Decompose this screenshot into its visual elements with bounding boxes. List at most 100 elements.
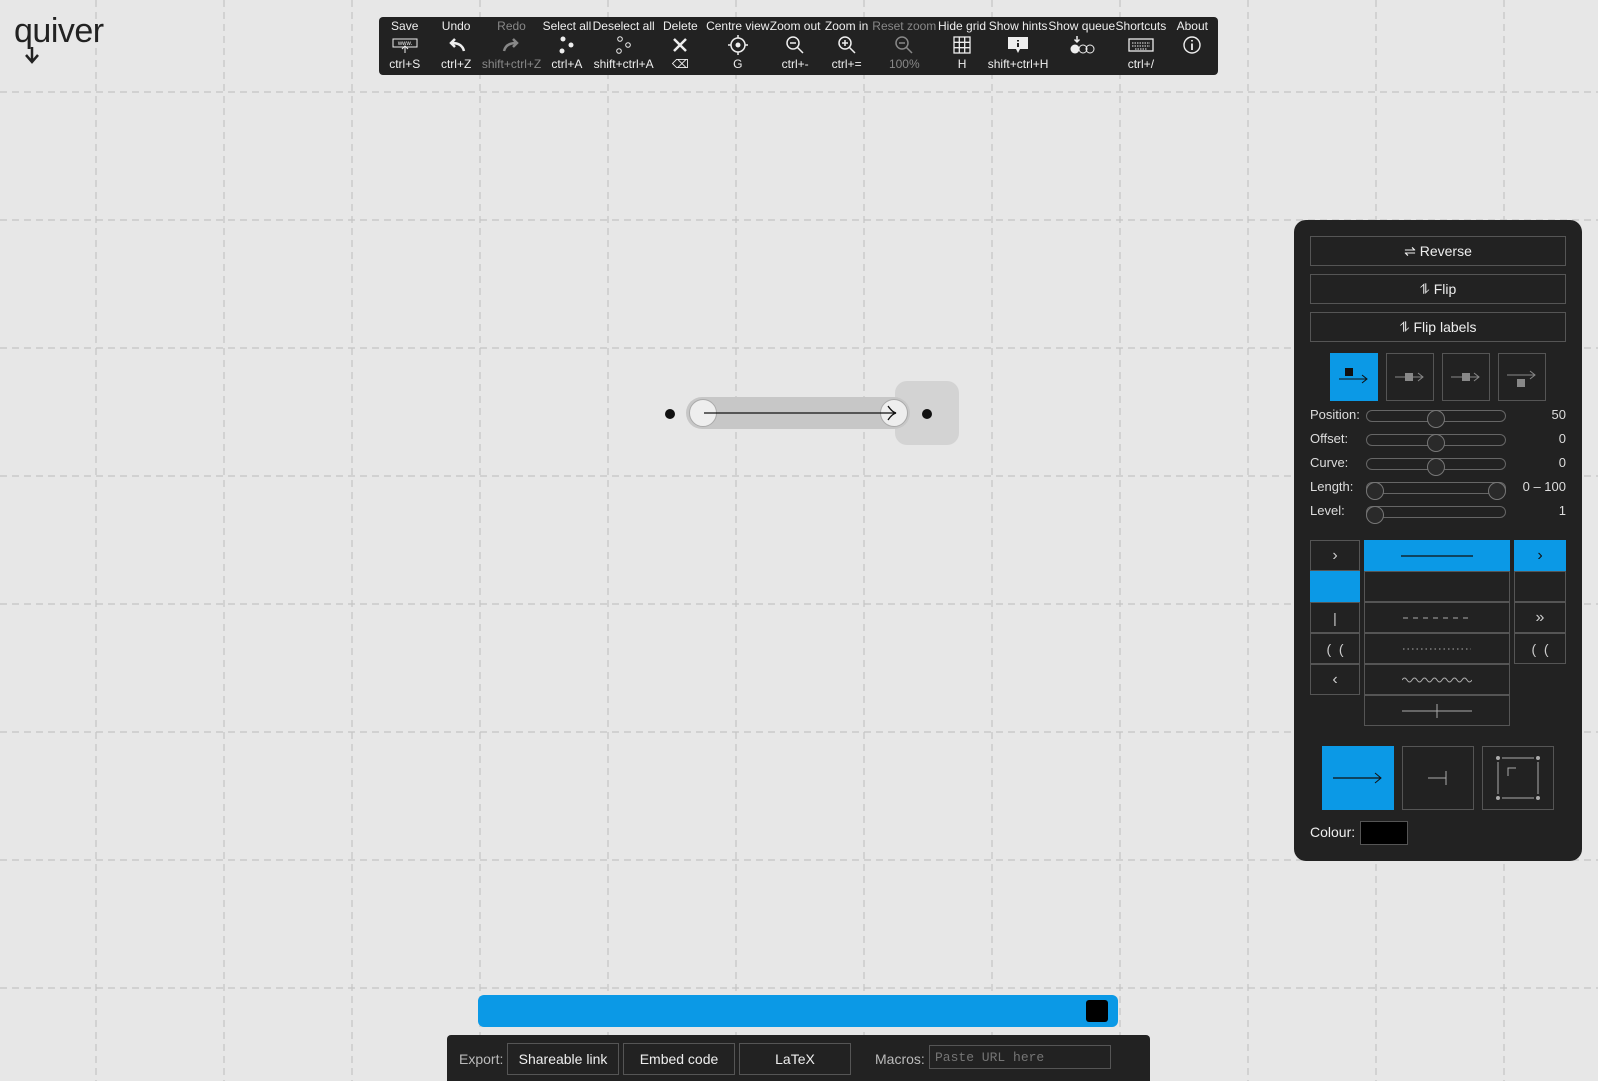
toolbar-about-button[interactable]: About <box>1167 17 1218 75</box>
body-squiggly-button[interactable] <box>1364 664 1510 695</box>
body-barred-button[interactable] <box>1364 695 1510 726</box>
head-epi-button[interactable]: » <box>1514 602 1566 633</box>
hook-icon: ( ( <box>1326 640 1344 657</box>
toolbar-button-shortcut <box>1191 57 1194 71</box>
toolbar-button-label: Undo <box>441 19 471 33</box>
toolbar-button-shortcut: ctrl+/ <box>1127 57 1155 71</box>
edge-type-corner-button[interactable] <box>1482 746 1554 810</box>
toolbar-delete-button[interactable]: Delete ⌫ <box>655 17 706 75</box>
tail-harpoon-icon: ‹ <box>1332 670 1338 688</box>
double-arrowhead-icon: » <box>1535 608 1545 626</box>
embed-code-button[interactable]: Embed code <box>623 1043 735 1075</box>
label-left-button[interactable] <box>1330 353 1378 401</box>
latex-button[interactable]: LaTeX <box>739 1043 851 1075</box>
reset-zoom-icon <box>894 34 914 56</box>
dotted-line-icon <box>1403 648 1471 649</box>
label-centre-button[interactable] <box>1386 353 1434 401</box>
label-over-icon <box>1451 372 1480 382</box>
toolbar-shortcuts-button[interactable]: Shortcuts ctrl+/ <box>1115 17 1167 75</box>
slider-value: 0 – 100 <box>1522 479 1566 494</box>
body-solid-button[interactable] <box>1364 540 1510 571</box>
toolbar-button-label: Show queue <box>1048 19 1116 33</box>
slider-knob[interactable] <box>1488 482 1506 500</box>
toolbar-button-shortcut: ctrl+= <box>831 57 862 71</box>
slider-knob[interactable] <box>1366 506 1384 524</box>
export-label: Export: <box>459 1051 504 1067</box>
zoom-out-icon <box>785 34 805 56</box>
reverse-button[interactable]: ⇌ Reverse <box>1310 236 1566 266</box>
toolbar-button-label: Select all <box>542 19 592 33</box>
toolbar-button-label: Centre view <box>706 19 770 33</box>
toolbar-undo-button[interactable]: Undo ctrl+Z <box>430 17 481 75</box>
slider-curve: Curve: 0 <box>1310 454 1566 476</box>
toolbar-button-shortcut: ctrl+S <box>389 57 421 71</box>
toolbar-button-label: Reset zoom <box>872 19 937 33</box>
slider-value: 0 <box>1558 455 1566 470</box>
toolbar-select-all-button[interactable]: Select all ctrl+A <box>541 17 592 75</box>
arrow-icon <box>704 405 897 421</box>
toolbar-reset-zoom-button[interactable]: Reset zoom 100% <box>872 17 936 75</box>
toolbar-hide-grid-button[interactable]: Hide grid H <box>936 17 987 75</box>
toolbar-button-label: Shortcuts <box>1115 19 1167 33</box>
slider-knob[interactable] <box>1427 434 1445 452</box>
slider-track[interactable] <box>1366 410 1506 428</box>
label-right-button[interactable] <box>1498 353 1546 401</box>
toolbar-save-button[interactable]: Save www. ctrl+S <box>379 17 430 75</box>
slider-track[interactable] <box>1366 434 1506 452</box>
body-none-button[interactable] <box>1364 571 1510 602</box>
shareable-link-button[interactable]: Shareable link <box>507 1043 619 1075</box>
toolbar-button-shortcut: shift+ctrl+Z <box>481 57 542 71</box>
toolbar-deselect-all-button[interactable]: Deselect all shift+ctrl+A <box>593 17 655 75</box>
undo-icon <box>446 34 466 56</box>
colour-swatch[interactable] <box>1360 821 1408 845</box>
head-none-button[interactable] <box>1514 571 1566 602</box>
slider-track[interactable] <box>1366 506 1506 524</box>
toolbar-button-shortcut <box>1080 57 1083 71</box>
flip-labels-button[interactable]: ⥮ Flip labels <box>1310 312 1566 342</box>
toolbar-show-queue-button[interactable]: Show queue <box>1048 17 1115 75</box>
label-colour-swatch[interactable] <box>1086 1000 1108 1022</box>
toolbar-redo-button[interactable]: Redo shift+ctrl+Z <box>482 17 541 75</box>
body-dashed-button[interactable] <box>1364 602 1510 633</box>
edge-type-arrow-button[interactable] <box>1322 746 1394 810</box>
slider-track[interactable] <box>1366 458 1506 476</box>
toolbar-button-label: Redo <box>497 19 526 33</box>
arrow-type-icon <box>1333 772 1382 784</box>
tail-none-button[interactable] <box>1310 571 1360 602</box>
tail-mono-button[interactable]: | <box>1310 602 1360 633</box>
head-arrowhead-button[interactable]: › <box>1514 540 1566 571</box>
squiggly-line-icon <box>1402 677 1472 682</box>
edge-type-adjunction-button[interactable] <box>1402 746 1474 810</box>
head-harpoon-button[interactable]: ( ( <box>1514 633 1566 664</box>
toolbar-zoom-in-button[interactable]: Zoom in ctrl+= <box>821 17 872 75</box>
body-dotted-button[interactable] <box>1364 633 1510 664</box>
slider-position: Position: 50 <box>1310 406 1566 428</box>
tail-hook-button[interactable]: ( ( <box>1310 633 1360 664</box>
slider-knob[interactable] <box>1427 410 1445 428</box>
edge-properties-panel: ⇌ Reverse ⥮ Flip ⥮ Flip labels Position:… <box>1294 220 1582 861</box>
harpoon-icon: ( ( <box>1531 640 1549 657</box>
toolbar-zoom-out-button[interactable]: Zoom out ctrl+- <box>769 17 821 75</box>
slider-track[interactable] <box>1366 482 1506 500</box>
toolbar-centre-view-button[interactable]: Centre view G <box>706 17 769 75</box>
save-icon: www. <box>392 34 418 56</box>
flip-button[interactable]: ⥮ Flip <box>1310 274 1566 304</box>
slider-value: 50 <box>1551 407 1566 422</box>
toolbar-button-shortcut: 100% <box>888 57 920 71</box>
toolbar-button-label: Deselect all <box>592 19 655 33</box>
slider-length: Length: 0 – 100 <box>1310 478 1566 500</box>
source-vertex[interactable] <box>665 409 675 419</box>
keyboard-icon <box>1128 34 1154 56</box>
slider-knob[interactable] <box>1427 458 1445 476</box>
macros-url-input[interactable] <box>929 1045 1111 1069</box>
toolbar-show-hints-button[interactable]: Show hints shift+ctrl+H <box>988 17 1049 75</box>
target-vertex[interactable] <box>922 409 932 419</box>
label-input-bar[interactable] <box>478 995 1118 1027</box>
dashed-line-icon <box>1403 617 1471 618</box>
slider-knob[interactable] <box>1366 482 1384 500</box>
pullback-corner-icon <box>1496 756 1540 800</box>
arrowhead-icon: › <box>1537 546 1543 564</box>
label-over-button[interactable] <box>1442 353 1490 401</box>
tail-harpoon-button[interactable]: ‹ <box>1310 664 1360 695</box>
tail-maps-to-button[interactable]: › <box>1310 540 1360 571</box>
